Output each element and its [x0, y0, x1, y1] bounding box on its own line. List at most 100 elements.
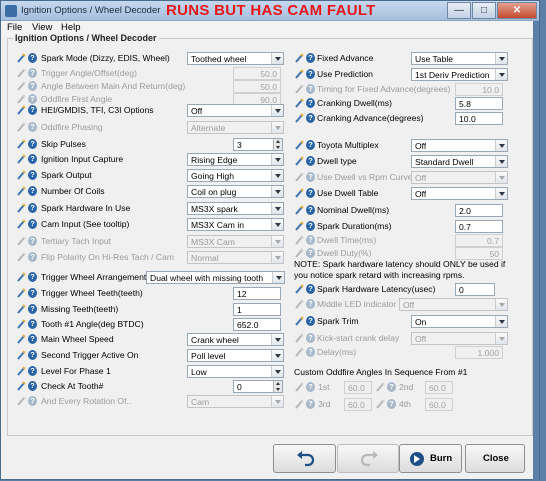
oddfire-second-input[interactable]: 60.0: [425, 381, 453, 394]
delay-row: ? Delay(ms) 1.000: [1, 346, 541, 360]
trigger-arr-label: Trigger Wheel Arrangement: [41, 272, 147, 282]
spinner-arrows[interactable]: [273, 381, 282, 392]
help-icon: ?: [306, 347, 315, 357]
middle-led-row: ? Middle LED indicator Off: [1, 298, 541, 312]
help-icon: ?: [387, 399, 396, 409]
oddfire-fourth-value: 60.0: [429, 400, 446, 410]
oddfire-second-label: 2nd: [399, 382, 414, 392]
help-icon: ?: [28, 396, 37, 406]
burn-button[interactable]: Burn: [399, 444, 462, 473]
help-icon[interactable]: ?: [306, 140, 315, 150]
pencil-icon[interactable]: [295, 53, 304, 63]
help-icon[interactable]: ?: [28, 381, 37, 391]
pencil-icon[interactable]: [295, 284, 304, 294]
pencil-icon[interactable]: [17, 366, 26, 376]
close-window-button[interactable]: ✕: [497, 2, 537, 19]
use-prediction-select[interactable]: 1st Deriv Prediction: [411, 68, 508, 81]
help-icon[interactable]: ?: [306, 205, 315, 215]
minimize-button[interactable]: —: [447, 2, 471, 19]
dwell-time-value: 0.7: [487, 236, 499, 246]
dwell-type-select[interactable]: Standard Dwell: [411, 155, 508, 168]
pencil-icon[interactable]: [295, 98, 304, 108]
help-icon: ?: [306, 299, 315, 309]
pencil-icon[interactable]: [295, 156, 304, 166]
menu-help[interactable]: Help: [61, 22, 81, 33]
check-tooth-input[interactable]: 0: [233, 380, 283, 393]
dwell-table-label: Use Dwell Table: [317, 188, 379, 198]
dwell-time-label: Dwell Time(ms): [317, 235, 377, 245]
spark-latency-label: Spark Hardware Latency(usec): [317, 284, 436, 294]
timing-fixed-input[interactable]: 10.0: [455, 83, 503, 96]
chevron-down-icon[interactable]: [271, 366, 283, 377]
level-phase-select[interactable]: Low: [187, 365, 284, 378]
dwell-vs-rpm-select[interactable]: Off: [411, 171, 508, 184]
chevron-down-icon[interactable]: [495, 69, 507, 80]
dwell-time-input[interactable]: 0.7: [455, 234, 503, 247]
pencil-icon[interactable]: [295, 205, 304, 215]
oddfire-first-input[interactable]: 60.0: [344, 381, 372, 394]
menu-file[interactable]: File: [7, 22, 22, 33]
spark-duration-input[interactable]: 0.7: [455, 220, 503, 233]
group-title: Ignition Options / Wheel Decoder: [13, 33, 159, 43]
maximize-button[interactable]: □: [472, 2, 496, 19]
chevron-down-icon[interactable]: [272, 272, 284, 283]
help-icon[interactable]: ?: [306, 156, 315, 166]
chevron-down-icon[interactable]: [495, 53, 507, 64]
help-icon[interactable]: ?: [306, 69, 315, 79]
pencil-icon[interactable]: [17, 272, 26, 282]
help-icon: ?: [306, 382, 315, 392]
nominal-dwell-value: 2.0: [459, 206, 471, 216]
nominal-dwell-input[interactable]: 2.0: [455, 204, 503, 217]
check-tooth-value: 0: [237, 382, 242, 392]
help-icon[interactable]: ?: [306, 188, 315, 198]
kick-start-select[interactable]: Off: [411, 332, 508, 345]
chevron-down-icon[interactable]: [495, 156, 507, 167]
help-icon[interactable]: ?: [306, 98, 315, 108]
help-icon[interactable]: ?: [306, 284, 315, 294]
pencil-icon[interactable]: [295, 221, 304, 231]
dwell-vs-rpm-row: ? Use Dwell vs Rpm Curve Off: [1, 171, 541, 185]
every-rotation-select[interactable]: Cam: [187, 395, 284, 408]
oddfire-third-input[interactable]: 60.0: [344, 398, 372, 411]
spark-trim-select[interactable]: On: [411, 315, 508, 328]
chevron-down-icon[interactable]: [495, 333, 507, 344]
middle-led-value: Off: [403, 300, 415, 310]
chevron-down-icon[interactable]: [495, 188, 507, 199]
pencil-icon[interactable]: [295, 188, 304, 198]
close-button[interactable]: Close: [465, 444, 525, 473]
pencil-icon[interactable]: [295, 316, 304, 326]
middle-led-select[interactable]: Off: [399, 298, 508, 311]
timing-fixed-label: Timing for Fixed Advance(degrees): [317, 84, 451, 94]
help-icon[interactable]: ?: [306, 316, 315, 326]
fixed-advance-select[interactable]: Use Table: [411, 52, 508, 65]
help-icon[interactable]: ?: [306, 221, 315, 231]
chevron-down-icon[interactable]: [495, 299, 507, 310]
help-icon[interactable]: ?: [306, 113, 315, 123]
chevron-down-icon[interactable]: [271, 396, 283, 407]
pencil-icon[interactable]: [295, 113, 304, 123]
help-icon[interactable]: ?: [306, 53, 315, 63]
help-icon[interactable]: ?: [28, 366, 37, 376]
pencil-icon[interactable]: [17, 381, 26, 391]
cranking-advance-input[interactable]: 10.0: [455, 112, 503, 125]
menu-view[interactable]: View: [32, 22, 52, 33]
redo-button[interactable]: [337, 444, 399, 473]
cranking-dwell-input[interactable]: 5.8: [455, 97, 503, 110]
close-label: Close: [483, 453, 509, 464]
title-bar[interactable]: Ignition Options / Wheel Decoder RUNS BU…: [1, 1, 539, 21]
chevron-down-icon[interactable]: [495, 316, 507, 327]
chevron-down-icon[interactable]: [495, 140, 507, 151]
oddfire-fourth-input[interactable]: 60.0: [425, 398, 453, 411]
toyota-mux-select[interactable]: Off: [411, 139, 508, 152]
pencil-icon[interactable]: [295, 69, 304, 79]
help-icon[interactable]: ?: [28, 272, 37, 282]
dwell-table-select[interactable]: Off: [411, 187, 508, 200]
dwell-duty-value: 50: [489, 249, 499, 259]
delay-input[interactable]: 1.000: [455, 346, 503, 359]
spark-trim-label: Spark Trim: [317, 316, 359, 326]
chevron-down-icon[interactable]: [495, 172, 507, 183]
spark-latency-input[interactable]: 0: [455, 283, 495, 296]
pencil-icon[interactable]: [295, 140, 304, 150]
undo-button[interactable]: [273, 444, 336, 473]
dwell-vs-rpm-value: Off: [415, 173, 427, 183]
